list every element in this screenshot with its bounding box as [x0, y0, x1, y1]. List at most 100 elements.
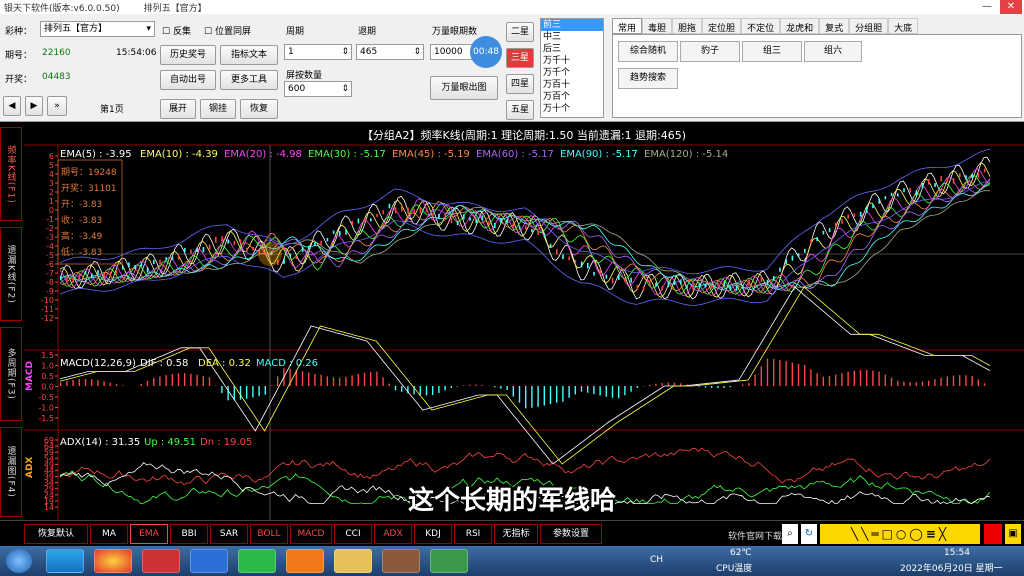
main-y-tick-label: 1	[49, 197, 54, 206]
macd-bar	[388, 383, 390, 386]
screen-input[interactable]: 600 ⇕	[284, 81, 352, 97]
candle	[686, 285, 688, 289]
refresh-icon[interactable]: ↻	[801, 524, 817, 544]
wanliang-chart-button[interactable]: 万量眼出图	[430, 76, 498, 100]
period-input[interactable]: 1 ⇕	[284, 44, 352, 60]
list-item[interactable]: 前三	[541, 19, 603, 31]
star3-button[interactable]: 三星	[506, 48, 534, 68]
info-line: 收：-3.83	[61, 214, 102, 226]
app-icon[interactable]	[46, 549, 84, 573]
tab-group[interactable]: 分组胆	[849, 18, 889, 34]
tab-frequency-kline[interactable]: 频率K线(F1)	[0, 127, 22, 221]
ema-button[interactable]: EMA	[130, 524, 168, 544]
macd-bar	[698, 386, 700, 387]
indicator-text-button[interactable]: 指标文本	[220, 45, 278, 65]
candle	[847, 214, 849, 219]
macd-bar	[525, 386, 527, 409]
wechat-icon[interactable]	[238, 549, 276, 573]
list-item[interactable]: 万百个	[541, 91, 603, 103]
wps-icon[interactable]	[190, 549, 228, 573]
tab-poison[interactable]: 毒胆	[642, 18, 673, 34]
candle	[481, 216, 484, 221]
star2-button[interactable]: 二星	[506, 22, 534, 42]
app-icon[interactable]	[142, 549, 180, 573]
lang-indicator[interactable]: CH	[650, 555, 663, 565]
macd-bar	[463, 385, 465, 386]
draw-tools-icon[interactable]: ╲╲═□○◯≡╳	[820, 524, 980, 544]
reverse-checkbox[interactable]: ☐ 反集	[162, 24, 191, 37]
list-item[interactable]: 万百十	[541, 79, 603, 91]
list-item[interactable]: 万十个	[541, 103, 603, 115]
bbi-button[interactable]: BBI	[170, 524, 208, 544]
leopard-button[interactable]: 豹子	[680, 41, 740, 62]
more-tools-button[interactable]: 更多工具	[220, 70, 278, 90]
trend-search-button[interactable]: 趋势搜索	[618, 68, 678, 89]
prev-page-button[interactable]: ◀	[3, 96, 21, 116]
rsi-button[interactable]: RSI	[454, 524, 492, 544]
tab-common[interactable]: 常用	[612, 18, 643, 34]
settings-button[interactable]: 参数设置	[540, 524, 602, 544]
site-link[interactable]: 软件官网下载	[728, 529, 782, 542]
candle	[239, 239, 242, 244]
sync-checkbox[interactable]: ☐ 位置同屏	[204, 24, 251, 37]
macd-button[interactable]: MACD	[290, 524, 332, 544]
history-button[interactable]: 历史奖号	[160, 45, 216, 65]
candle	[419, 207, 422, 214]
adx-button[interactable]: ADX	[374, 524, 412, 544]
expand-button[interactable]: 展开	[160, 99, 196, 119]
lottery-app-icon[interactable]	[430, 549, 468, 573]
tab-compound[interactable]: 复式	[819, 18, 850, 34]
app-icon[interactable]	[286, 549, 324, 573]
group3-button[interactable]: 组三	[742, 41, 802, 62]
list-item[interactable]: 后三	[541, 43, 603, 55]
restore-default-button[interactable]: 恢复默认	[24, 524, 88, 544]
macd-bar	[456, 386, 459, 387]
folder-icon[interactable]	[334, 549, 372, 573]
tab-unfixed[interactable]: 不定位	[741, 18, 781, 34]
restore-button[interactable]: 恢复	[240, 99, 278, 119]
position-list[interactable]: 前三 中三 后三 万千十 万千个 万百十 万百个 万十个	[540, 18, 604, 118]
list-item[interactable]: 万千十	[541, 55, 603, 67]
chart-area[interactable]: 【分组A2】频率K线(周期:1 理论周期:1.50 当前遗漏:1 退期:465)…	[24, 123, 1024, 520]
archive-icon[interactable]	[382, 549, 420, 573]
macd-bar	[760, 366, 762, 386]
candle	[134, 265, 136, 270]
color-picker-icon[interactable]	[984, 524, 1002, 544]
ma-button[interactable]: MA	[90, 524, 128, 544]
candle	[487, 221, 490, 225]
ema-line	[59, 174, 991, 295]
macd-bar	[673, 382, 676, 386]
legend-label: MACD(12,26,9)	[60, 358, 136, 369]
lottery-select[interactable]: 排列五【官方】 ▾	[40, 21, 155, 37]
start-button[interactable]	[6, 549, 32, 573]
tab-big-base[interactable]: 大底	[888, 18, 919, 34]
next-page-button[interactable]: ▶	[25, 96, 43, 116]
tab-multi-period[interactable]: 多周期(F3)	[0, 327, 22, 421]
tab-drag[interactable]: 胆拖	[672, 18, 703, 34]
tab-fixed[interactable]: 定位胆	[702, 18, 742, 34]
auto-number-button[interactable]: 自动出号	[160, 70, 216, 90]
star4-button[interactable]: 四星	[506, 74, 534, 94]
list-item[interactable]: 中三	[541, 31, 603, 43]
retreat-input[interactable]: 465 ⇕	[356, 44, 424, 60]
close-button[interactable]: ✕	[1000, 0, 1022, 14]
candle	[934, 183, 936, 188]
tab-missing-kline[interactable]: 遗漏K线(F2)	[0, 227, 22, 321]
candle	[946, 178, 949, 183]
list-item[interactable]: 万千个	[541, 67, 603, 79]
star5-button[interactable]: 五星	[506, 100, 534, 120]
last-page-button[interactable]: »	[47, 96, 67, 116]
trash-icon[interactable]: ▣	[1005, 524, 1021, 544]
pin-button[interactable]: 钢挂	[200, 99, 236, 119]
tab-dragon-tiger[interactable]: 龙虎和	[780, 18, 820, 34]
chrome-icon[interactable]	[94, 549, 132, 573]
minimize-button[interactable]: —	[976, 0, 998, 14]
cci-button[interactable]: CCI	[334, 524, 372, 544]
search-icon[interactable]: ⌕	[782, 524, 798, 544]
boll-button[interactable]: BOLL	[250, 524, 288, 544]
group6-button[interactable]: 组六	[804, 41, 862, 62]
random-button[interactable]: 综合随机	[618, 41, 678, 62]
kdj-button[interactable]: KDJ	[414, 524, 452, 544]
sar-button[interactable]: SAR	[210, 524, 248, 544]
no-indicator-button[interactable]: 无指标	[494, 524, 538, 544]
